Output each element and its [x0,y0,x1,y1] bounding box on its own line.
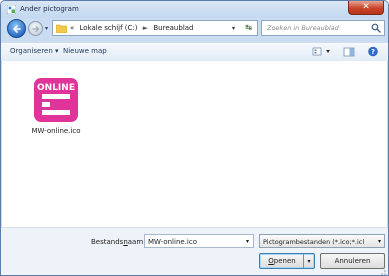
svg-text:?: ? [371,48,375,56]
navigation-bar: ▾ « Lokale schijf (C:) ► Bureaublad ▾ ↹ … [1,18,388,40]
preview-pane-icon [343,47,355,57]
file-item[interactable]: ONLINE MW-online.ico [26,78,86,135]
back-arrow-icon [12,24,21,33]
address-dropdown-icon[interactable]: ▾ [232,25,235,32]
address-bar[interactable]: « Lokale schijf (C:) ► Bureaublad ▾ ↹ [52,20,258,36]
filename-value: MW-online.ico [148,238,197,246]
view-options-button[interactable] [311,45,333,58]
recent-pages-dropdown-icon[interactable]: ▾ [45,25,48,32]
resize-grip-icon[interactable] [378,267,386,275]
close-icon: ✕ [362,2,370,12]
filename-label: Bestandsnaam: [91,238,146,246]
organise-menu-button[interactable]: Organiseren ▾ [10,47,59,55]
cancel-button[interactable]: Annuleren [320,253,385,269]
breadcrumb-drive[interactable]: Lokale schijf (C:) [80,24,138,32]
file-type-value: Pictogrambestanden (*.ico;*.icl [263,238,365,246]
open-button[interactable]: Openen ▾ [259,253,315,269]
folder-icon [56,24,67,33]
chevron-down-icon: ▾ [377,238,381,245]
new-folder-button[interactable]: Nieuwe map [63,47,107,55]
file-list[interactable]: ONLINE MW-online.ico [2,61,387,228]
open-button-label: Openen [268,257,296,265]
forward-arrow-icon [31,25,39,32]
filename-field[interactable]: MW-online.ico ▾ [144,234,254,248]
help-button[interactable]: ? [367,45,379,58]
chevron-right-icon[interactable]: ► [143,24,148,32]
file-icon-text: ONLINE [37,83,75,93]
mw-online-file-icon: ONLINE [34,78,78,122]
view-icon [312,47,330,56]
back-button[interactable] [7,19,26,38]
close-button[interactable]: ✕ [348,1,384,15]
open-icon-dialog: Ander pictogram ✕ ▾ « Lokale schijf (C:)… [0,0,389,276]
search-icon [371,23,381,33]
open-split-dropdown-icon[interactable]: ▾ [303,254,314,268]
forward-button[interactable] [28,21,43,36]
title-bar: Ander pictogram ✕ [1,1,388,18]
refresh-icon[interactable]: ↹ [245,23,252,32]
app-icon [7,5,16,14]
preview-pane-button[interactable] [343,45,355,58]
help-icon: ? [368,46,378,57]
window-title: Ander pictogram [20,5,79,13]
breadcrumb: « Lokale schijf (C:) ► Bureaublad [70,24,194,32]
command-bar: Organiseren ▾ Nieuwe map ? [1,42,388,62]
filename-dropdown-icon[interactable]: ▾ [246,238,249,245]
search-input[interactable]: Zoeken in Bureaublad [261,20,385,36]
dialog-footer: Bestandsnaam: MW-online.ico ▾ Pictogramb… [1,228,388,275]
file-name: MW-online.ico [31,127,81,135]
file-type-select[interactable]: Pictogrambestanden (*.ico;*.icl ▾ [259,234,385,248]
breadcrumb-folder[interactable]: Bureaublad [153,24,193,32]
search-placeholder: Zoeken in Bureaublad [267,24,339,32]
breadcrumb-overflow[interactable]: « [70,24,74,32]
